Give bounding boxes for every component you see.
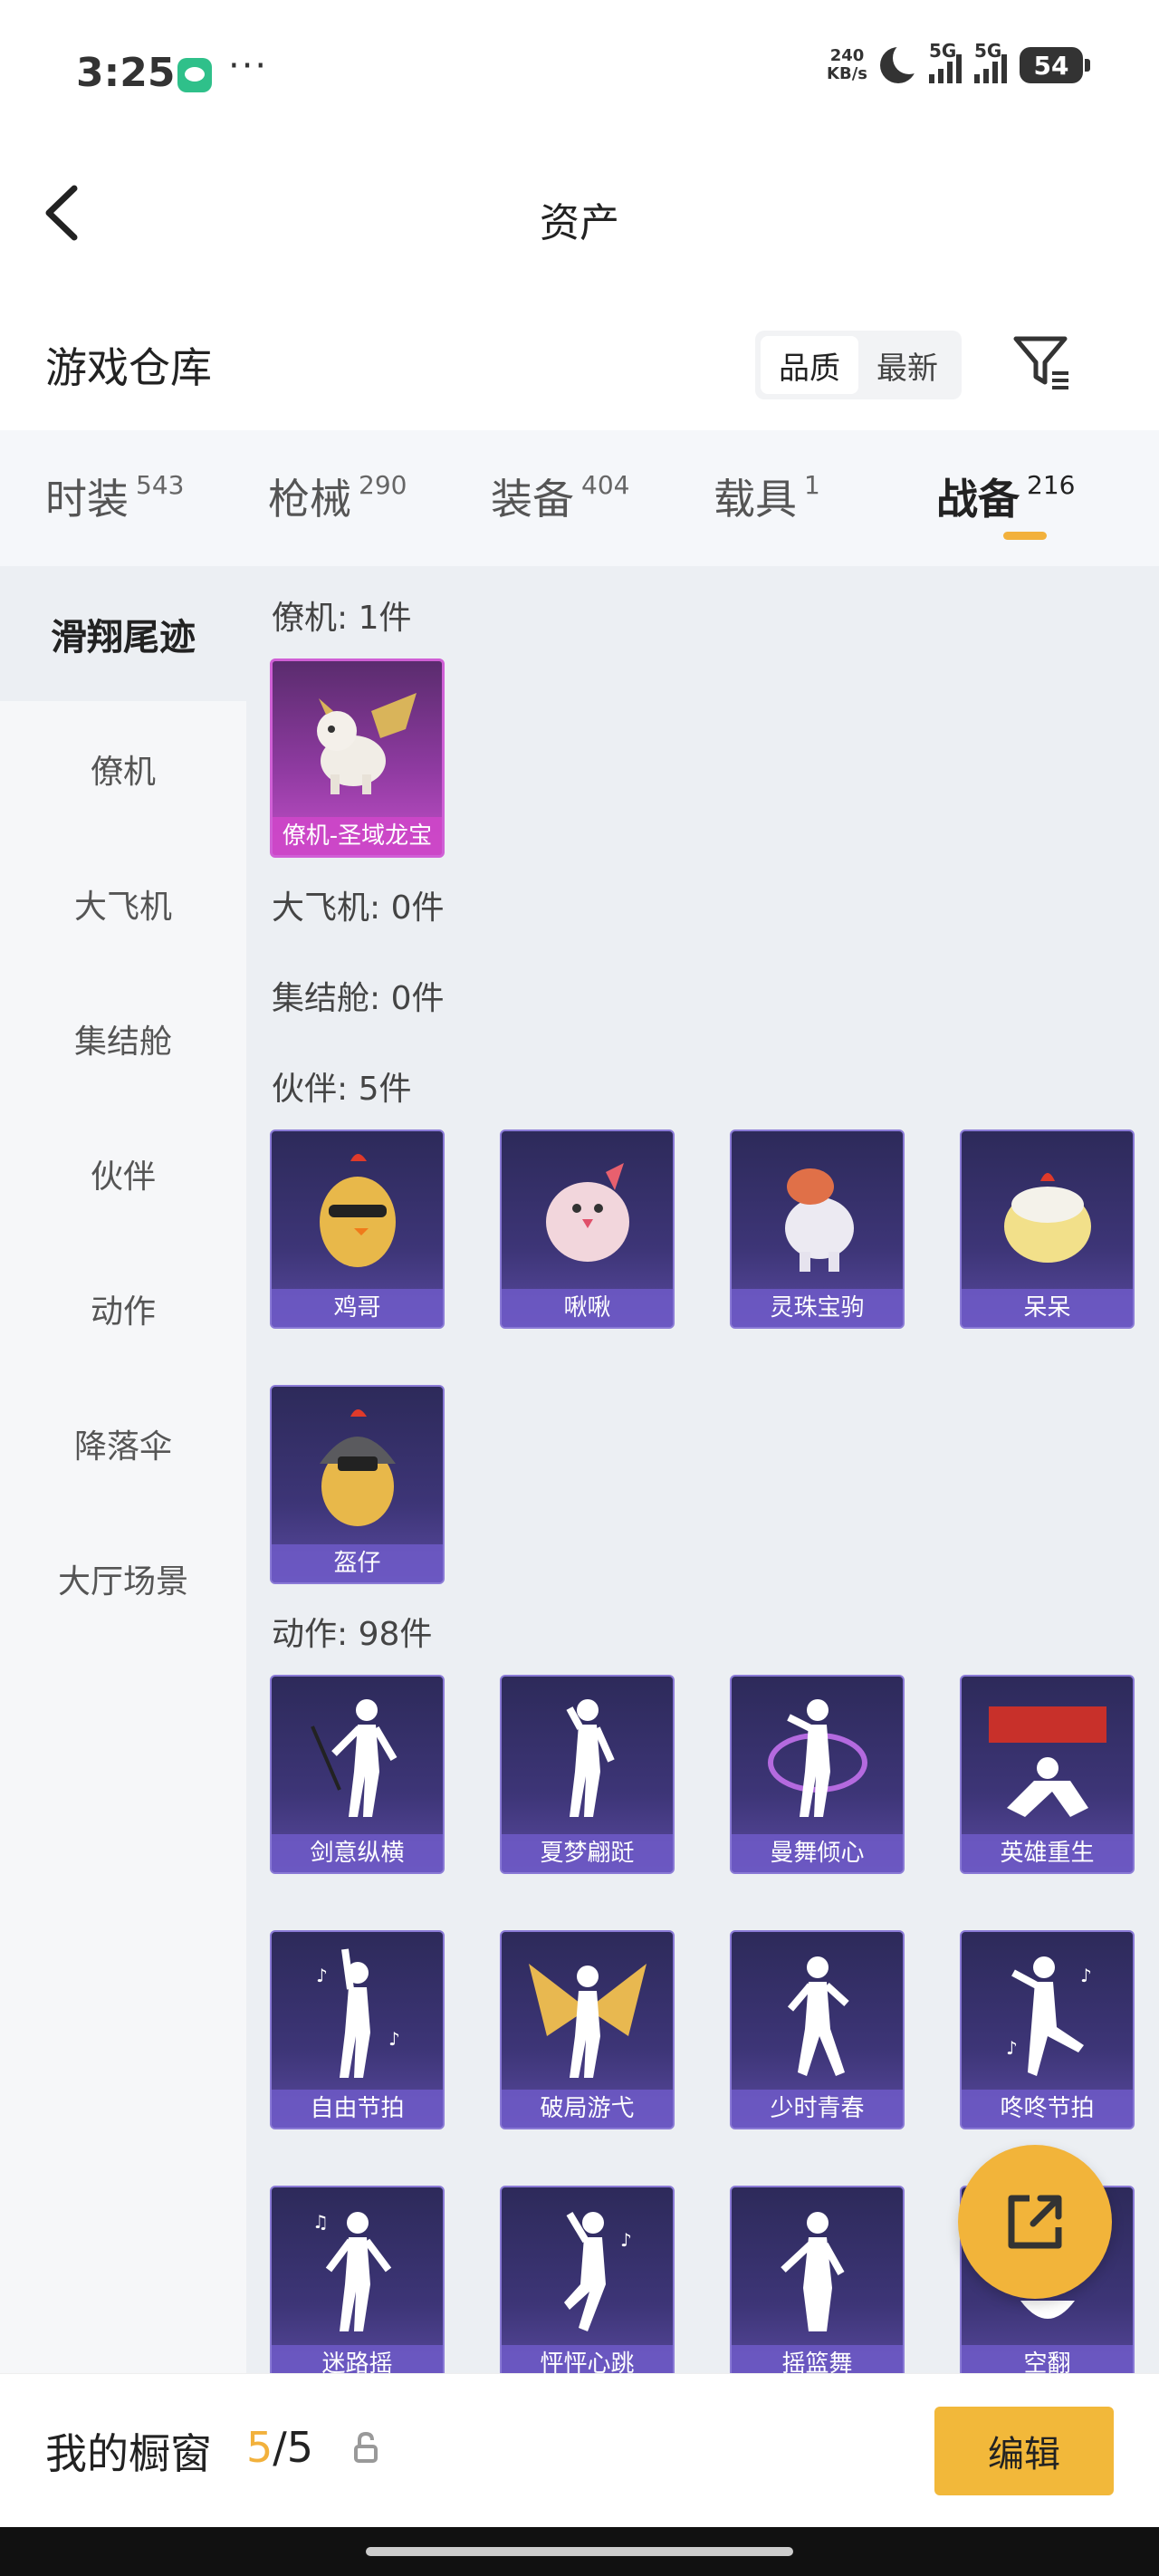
tab-vehicles[interactable]: 载具 1 bbox=[714, 430, 936, 566]
warehouse-title: 游戏仓库 bbox=[45, 343, 212, 392]
showcase-count: 5/5 bbox=[246, 2423, 314, 2472]
item-card[interactable]: 呆呆 bbox=[960, 1129, 1135, 1329]
dancer-icon bbox=[732, 1686, 903, 1831]
sort-newest-button[interactable]: 最新 bbox=[858, 336, 956, 394]
item-card[interactable]: 灵珠宝驹 bbox=[730, 1129, 905, 1329]
share-icon bbox=[1008, 2195, 1062, 2249]
nav-bar: 资产 bbox=[0, 145, 1159, 281]
section-title-wingman: 僚机: 1件 bbox=[272, 600, 412, 637]
dancer-icon: ♫ bbox=[272, 2196, 443, 2341]
item-card[interactable]: ♫ 迷路摇 bbox=[270, 2186, 445, 2373]
filter-button[interactable] bbox=[1009, 330, 1072, 393]
network-speed: 240 KB/s bbox=[827, 46, 867, 83]
sort-toggle: 品质 最新 bbox=[755, 331, 962, 399]
section-title-emote: 动作: 98件 bbox=[272, 1616, 433, 1653]
sidebar-item-emote[interactable]: 动作 bbox=[0, 1241, 246, 1376]
dancer-icon bbox=[732, 2196, 903, 2341]
item-card[interactable]: 夏梦翩跹 bbox=[500, 1675, 675, 1874]
svg-text:♪: ♪ bbox=[388, 2028, 400, 2050]
more-dots-icon: ··· bbox=[228, 45, 269, 87]
section-title-partner: 伙伴: 5件 bbox=[272, 1071, 412, 1108]
wechat-icon bbox=[177, 58, 212, 92]
warehouse-header: 游戏仓库 品质 最新 bbox=[0, 299, 1159, 426]
svg-text:♪: ♪ bbox=[1006, 2037, 1018, 2059]
svg-text:♫: ♫ bbox=[312, 2211, 329, 2233]
dancer-icon bbox=[732, 1941, 903, 2086]
lock-icon bbox=[354, 2431, 378, 2463]
sidebar-item-wingman[interactable]: 僚机 bbox=[0, 701, 246, 836]
item-card[interactable]: 英雄重生 bbox=[960, 1675, 1135, 1874]
item-card[interactable]: 少时青春 bbox=[730, 1930, 905, 2129]
hero-poster-icon bbox=[962, 1686, 1133, 1831]
item-card[interactable]: 曼舞倾心 bbox=[730, 1675, 905, 1874]
dancer-icon: ♪ ♪ bbox=[962, 1941, 1133, 2086]
helmet-chick-partner-icon bbox=[272, 1396, 443, 1541]
item-card[interactable]: 摇篮舞 bbox=[730, 2186, 905, 2373]
sidebar-item-parachute[interactable]: 降落伞 bbox=[0, 1376, 246, 1511]
showcase-bar: 我的橱窗 5/5 编辑 bbox=[0, 2373, 1159, 2527]
dancer-icon: ♪ ♪ bbox=[272, 1941, 443, 2086]
signal-icon-2: 5G bbox=[974, 40, 1007, 83]
sidebar-item-plane[interactable]: 大飞机 bbox=[0, 836, 246, 971]
item-card[interactable]: 鸡哥 bbox=[270, 1129, 445, 1329]
section-title-plane: 大飞机: 0件 bbox=[272, 889, 445, 927]
item-card[interactable]: 僚机-圣域龙宝 bbox=[270, 658, 445, 858]
do-not-disturb-icon bbox=[880, 42, 925, 83]
category-tabs: 时装 543 枪械 290 装备 404 载具 1 战备 216 bbox=[0, 430, 1159, 566]
sidebar-item-partner[interactable]: 伙伴 bbox=[0, 1106, 246, 1241]
home-indicator[interactable] bbox=[366, 2547, 793, 2556]
horse-partner-icon bbox=[732, 1140, 903, 1285]
sidebar-item-glide-trail[interactable]: 滑翔尾迹 bbox=[0, 566, 246, 701]
item-card[interactable]: 盔仔 bbox=[270, 1385, 445, 1584]
dancer-icon bbox=[502, 1686, 673, 1831]
sidebar-item-lobby-scene[interactable]: 大厅场景 bbox=[0, 1511, 246, 1646]
battery-icon: 54 bbox=[1020, 47, 1090, 83]
tab-guns[interactable]: 枪械 290 bbox=[268, 430, 491, 566]
share-button[interactable] bbox=[958, 2145, 1112, 2299]
chick-partner-icon bbox=[962, 1140, 1133, 1285]
status-bar: 3:25 ··· 240 KB/s 5G 5G 54 bbox=[0, 0, 1159, 145]
filter-icon bbox=[1013, 336, 1068, 389]
item-card[interactable]: 啾啾 bbox=[500, 1129, 675, 1329]
dancer-icon bbox=[272, 1686, 443, 1831]
winged-dancer-icon bbox=[502, 1941, 673, 2086]
warehouse-body: 滑翔尾迹 僚机 大飞机 集结舱 伙伴 动作 降落伞 大厅场景 僚机: 1件 僚机… bbox=[0, 566, 1159, 2373]
tab-equipment[interactable]: 装备 404 bbox=[491, 430, 714, 566]
edit-button[interactable]: 编辑 bbox=[934, 2407, 1114, 2495]
item-card[interactable]: ♪ ♪ 自由节拍 bbox=[270, 1930, 445, 2129]
bird-partner-icon bbox=[502, 1140, 673, 1285]
svg-text:♪: ♪ bbox=[620, 2229, 632, 2251]
item-card[interactable]: ♪ ♪ 咚咚节拍 bbox=[960, 1930, 1135, 2129]
sidebar-item-pod[interactable]: 集结舱 bbox=[0, 971, 246, 1106]
item-card[interactable]: ♪ 怦怦心跳 bbox=[500, 2186, 675, 2373]
sort-quality-button[interactable]: 品质 bbox=[761, 336, 858, 394]
status-indicators: 240 KB/s 5G 5G 54 bbox=[827, 40, 1090, 83]
chicken-partner-icon bbox=[272, 1140, 443, 1285]
status-time: 3:25 bbox=[76, 50, 176, 96]
tab-fashion[interactable]: 时装 543 bbox=[45, 430, 268, 566]
showcase-label: 我的橱窗 bbox=[45, 2429, 212, 2478]
tab-readiness[interactable]: 战备 216 bbox=[936, 430, 1159, 566]
signal-icon: 5G bbox=[929, 40, 962, 83]
dragon-pet-icon bbox=[273, 670, 442, 815]
section-title-pod: 集结舱: 0件 bbox=[272, 980, 445, 1017]
item-list: 僚机: 1件 僚机-圣域龙宝 大飞机: 0件 集结舱: 0件 伙伴: 5件 鸡哥… bbox=[246, 566, 1159, 2373]
svg-text:♪: ♪ bbox=[1080, 1965, 1092, 1986]
svg-text:♪: ♪ bbox=[316, 1965, 328, 1986]
page-title: 资产 bbox=[540, 200, 619, 246]
item-card[interactable]: 破局游弋 bbox=[500, 1930, 675, 2129]
item-card[interactable]: 剑意纵横 bbox=[270, 1675, 445, 1874]
gesture-bar bbox=[0, 2527, 1159, 2576]
subcategory-sidebar: 滑翔尾迹 僚机 大飞机 集结舱 伙伴 动作 降落伞 大厅场景 bbox=[0, 566, 246, 2373]
dancer-icon: ♪ bbox=[502, 2196, 673, 2341]
